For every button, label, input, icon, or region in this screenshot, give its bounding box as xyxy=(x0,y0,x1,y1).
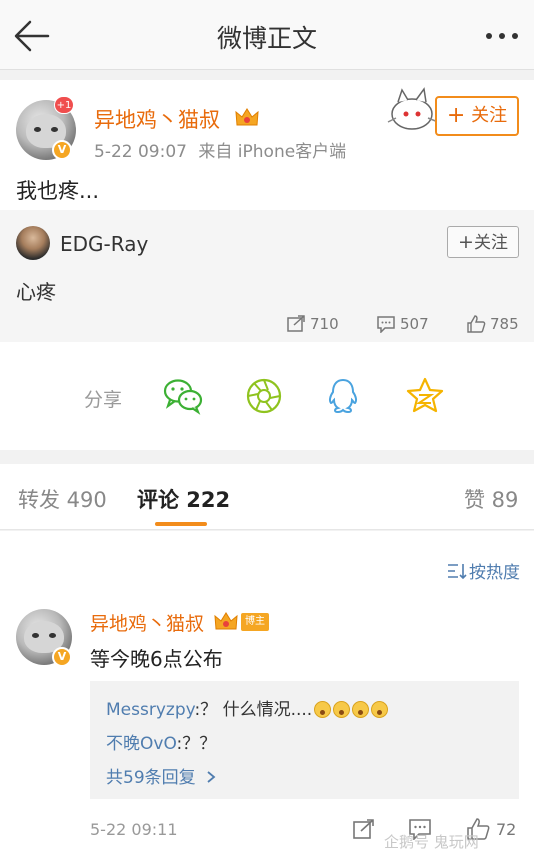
notification-badge: +1 xyxy=(54,96,74,114)
crown-icon xyxy=(213,610,239,632)
sort-icon xyxy=(448,563,467,579)
comment-list: 按热度 V 异地鸡丶猫叔 博主 等今晚6点公布 Messryzpy:？ 什么情况… xyxy=(0,531,534,861)
reply-text: :？？ xyxy=(176,734,217,754)
comment-icon xyxy=(377,316,395,333)
verified-icon: V xyxy=(52,140,72,160)
thumbs-up-icon xyxy=(467,315,486,333)
qzone-icon[interactable] xyxy=(404,376,446,416)
weibo-post: V +1 异地鸡丶猫叔 5-22 09:07 来自 iPhone客户端 + 关注… xyxy=(0,80,534,210)
comment-like-count: 72 xyxy=(496,819,517,839)
plus-icon: + xyxy=(458,231,474,253)
like-count-button[interactable]: 785 xyxy=(466,313,519,335)
tab-reposts[interactable]: 转发 490 xyxy=(18,484,107,514)
original-author-avatar[interactable] xyxy=(16,226,50,260)
reply-text: :？ 什么情况.... xyxy=(194,700,313,720)
chevron-right-icon xyxy=(207,771,216,783)
detail-tabs: 转发 490 评论 222 赞 89 xyxy=(0,464,534,530)
moments-icon[interactable] xyxy=(243,376,285,416)
post-source: 来自 iPhone客户端 xyxy=(198,142,347,162)
emoji-shocked-icon xyxy=(352,701,370,718)
follow-button[interactable]: + 关注 xyxy=(435,96,519,136)
follow-original-button[interactable]: +关注 xyxy=(447,226,519,258)
more-dots-icon[interactable] xyxy=(482,20,522,52)
repost-icon xyxy=(287,315,305,332)
commenter-name[interactable]: 异地鸡丶猫叔 xyxy=(90,609,204,636)
share-label: 分享 xyxy=(84,389,123,411)
comment-text: 等今晚6点公布 xyxy=(90,647,223,671)
share-panel: 分享 xyxy=(0,342,534,450)
emoji-shocked-icon xyxy=(333,701,351,718)
comment-repost-button[interactable] xyxy=(352,815,376,843)
qq-icon[interactable] xyxy=(322,376,364,416)
original-text: 心疼 xyxy=(16,280,56,304)
author-name[interactable]: 异地鸡丶猫叔 xyxy=(94,104,220,134)
verified-icon: V xyxy=(52,647,72,667)
mascot-decoration-icon xyxy=(384,86,440,134)
watermark: 企鹅号 鬼玩网 xyxy=(384,833,479,851)
reply-user[interactable]: 不晚OvO xyxy=(106,734,177,754)
more-replies-label: 共59条回复 xyxy=(106,768,196,788)
cat-eye xyxy=(32,633,39,638)
reply-item: Messryzpy:？ 什么情况.... xyxy=(106,695,389,720)
reply-preview[interactable]: Messryzpy:？ 什么情况.... 不晚OvO:？？ 共59条回复 xyxy=(90,681,519,799)
emoji-shocked-icon xyxy=(314,701,332,718)
view-all-replies-link[interactable]: 共59条回复 xyxy=(106,763,217,788)
plus-icon: + xyxy=(446,103,466,128)
wechat-icon[interactable] xyxy=(162,376,204,416)
comment-count-button[interactable]: 507 xyxy=(376,313,429,335)
original-author-name[interactable]: EDG-Ray xyxy=(60,232,148,256)
repost-icon xyxy=(353,819,374,839)
reply-user[interactable]: Messryzpy xyxy=(106,700,194,720)
cat-eye xyxy=(34,127,41,132)
post-text: 我也疼... xyxy=(16,179,100,203)
cat-eye xyxy=(49,633,56,638)
reposted-original[interactable]: EDG-Ray +关注 心疼 710 507 785 xyxy=(0,210,534,342)
crown-icon xyxy=(234,106,260,128)
tab-likes[interactable]: 赞 89 xyxy=(464,484,518,514)
repost-count-button[interactable]: 710 xyxy=(286,313,339,335)
reply-item: 不晚OvO:？？ xyxy=(106,729,216,754)
tab-comments[interactable]: 评论 222 xyxy=(137,484,230,514)
like-count: 785 xyxy=(490,315,519,333)
post-timestamp: 5-22 09:07 xyxy=(94,142,187,162)
repost-count: 710 xyxy=(310,315,339,333)
emoji-shocked-icon xyxy=(371,701,389,718)
top-bar: 微博正文 xyxy=(0,0,534,70)
sort-label: 按热度 xyxy=(469,563,520,583)
follow-label: 关注 xyxy=(473,233,508,253)
post-meta: 5-22 09:07 来自 iPhone客户端 xyxy=(94,137,346,162)
comment-timestamp: 5-22 09:11 xyxy=(90,820,178,839)
comment-count: 507 xyxy=(400,315,429,333)
cat-eye xyxy=(51,127,58,132)
page-title: 微博正文 xyxy=(216,24,317,53)
sort-by-popularity-button[interactable]: 按热度 xyxy=(447,558,520,583)
follow-label: 关注 xyxy=(471,105,508,126)
author-badge: 博主 xyxy=(241,613,269,631)
active-tab-indicator xyxy=(155,522,207,526)
